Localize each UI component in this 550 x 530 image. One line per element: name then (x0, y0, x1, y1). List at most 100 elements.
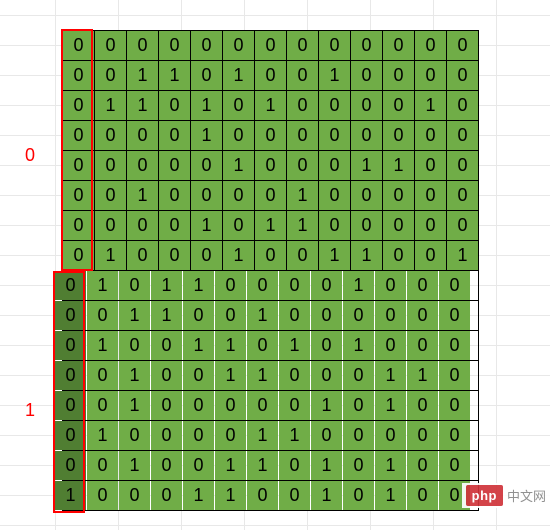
matrix-cell: 0 (63, 91, 95, 121)
matrix-cell: 0 (151, 391, 183, 421)
matrix-cell: 0 (87, 391, 119, 421)
matrix-cell: 0 (183, 301, 215, 331)
matrix-cell: 1 (127, 181, 159, 211)
matrix-cell: 0 (279, 391, 311, 421)
matrix-cell: 0 (319, 121, 351, 151)
matrix-cell: 0 (159, 91, 191, 121)
matrix-cell: 1 (215, 331, 247, 361)
matrix-cell: 0 (351, 31, 383, 61)
matrix-cell: 1 (183, 331, 215, 361)
watermark-suffix: 中文网 (507, 486, 546, 505)
matrix-cell: 0 (63, 121, 95, 151)
matrix-cell: 0 (127, 241, 159, 271)
matrix-cell: 0 (287, 31, 319, 61)
matrix-cell: 1 (55, 481, 87, 511)
matrix-cell: 0 (63, 31, 95, 61)
matrix-cell: 0 (119, 331, 151, 361)
matrix-cell: 1 (279, 331, 311, 361)
matrix-cell: 1 (383, 151, 415, 181)
matrix-cell: 0 (375, 271, 407, 301)
matrix-cell: 1 (87, 331, 119, 361)
matrix-cell: 1 (351, 241, 383, 271)
matrix-cell: 0 (55, 301, 87, 331)
matrix-cell: 1 (375, 391, 407, 421)
matrix-cell: 0 (63, 61, 95, 91)
matrix-cell: 0 (319, 211, 351, 241)
matrix-cell: 0 (255, 61, 287, 91)
matrix-cell: 1 (215, 361, 247, 391)
matrix-cell: 0 (87, 301, 119, 331)
matrix-cell: 0 (287, 91, 319, 121)
matrix-cell: 1 (287, 211, 319, 241)
matrix-cell: 0 (247, 331, 279, 361)
matrix-cell: 1 (95, 91, 127, 121)
matrix-cell: 0 (343, 481, 375, 511)
matrix-cell: 0 (351, 61, 383, 91)
table-row: 0101100001000 (55, 271, 471, 301)
matrix-cell: 0 (223, 211, 255, 241)
matrix-cell: 1 (247, 421, 279, 451)
matrix-cell: 1 (255, 211, 287, 241)
matrix-cell: 1 (255, 91, 287, 121)
matrix-cell: 0 (151, 361, 183, 391)
matrix-cell: 0 (119, 481, 151, 511)
matrix-cell: 0 (447, 181, 479, 211)
matrix-cell: 0 (351, 211, 383, 241)
matrix-cell: 0 (383, 241, 415, 271)
matrix-cell: 1 (87, 421, 119, 451)
matrix-cell: 0 (191, 151, 223, 181)
matrix-cell: 0 (375, 421, 407, 451)
matrix-cell: 0 (319, 91, 351, 121)
matrix-cell: 0 (343, 361, 375, 391)
matrix-cell: 0 (223, 31, 255, 61)
matrix-cell: 0 (279, 481, 311, 511)
watermark-brand: php (466, 485, 503, 506)
table-row: 0011001000000 (55, 301, 471, 331)
matrix-cell: 0 (63, 151, 95, 181)
matrix-cell: 0 (223, 181, 255, 211)
table-row: 0100010011001 (63, 241, 479, 271)
matrix-cell: 0 (159, 151, 191, 181)
matrix-cell: 0 (151, 451, 183, 481)
matrix-cell: 0 (439, 361, 471, 391)
matrix-cell: 0 (311, 421, 343, 451)
matrix-cell: 1 (407, 361, 439, 391)
matrix-cell: 0 (287, 61, 319, 91)
table-row: 0100001100000 (55, 421, 471, 451)
matrix-cell: 1 (191, 211, 223, 241)
matrix-cell: 0 (159, 241, 191, 271)
matrix-cell: 0 (95, 61, 127, 91)
matrix-table-container: 0000000000000001101001000001101010000100… (62, 30, 479, 511)
matrix-cell: 0 (223, 121, 255, 151)
matrix-cell: 1 (223, 151, 255, 181)
matrix-cell: 0 (55, 271, 87, 301)
table-row: 0010011010100 (55, 451, 471, 481)
matrix-cell: 0 (383, 121, 415, 151)
matrix-cell: 0 (87, 481, 119, 511)
matrix-cell: 0 (255, 181, 287, 211)
table-row: 0000010001100 (63, 151, 479, 181)
matrix-cell: 0 (159, 121, 191, 151)
matrix-cell: 0 (247, 271, 279, 301)
matrix-cell: 0 (279, 451, 311, 481)
matrix-cell: 1 (415, 91, 447, 121)
matrix-cell: 0 (415, 241, 447, 271)
matrix-cell: 0 (311, 271, 343, 301)
matrix-cell: 0 (191, 241, 223, 271)
matrix-cell: 1 (447, 241, 479, 271)
matrix-cell: 0 (343, 421, 375, 451)
watermark: php 中文网 (462, 483, 550, 508)
matrix-cell: 0 (183, 451, 215, 481)
matrix-cell: 1 (215, 481, 247, 511)
matrix-cell: 1 (151, 271, 183, 301)
matrix-cell: 0 (287, 121, 319, 151)
table-row: 0011010010000 (63, 61, 479, 91)
matrix-cell: 0 (215, 301, 247, 331)
matrix-cell: 0 (415, 211, 447, 241)
matrix-cell: 0 (87, 361, 119, 391)
matrix-cell: 1 (191, 91, 223, 121)
matrix-cell: 0 (95, 181, 127, 211)
matrix-cell: 0 (375, 301, 407, 331)
matrix-cell: 0 (63, 241, 95, 271)
matrix-cell: 1 (247, 301, 279, 331)
